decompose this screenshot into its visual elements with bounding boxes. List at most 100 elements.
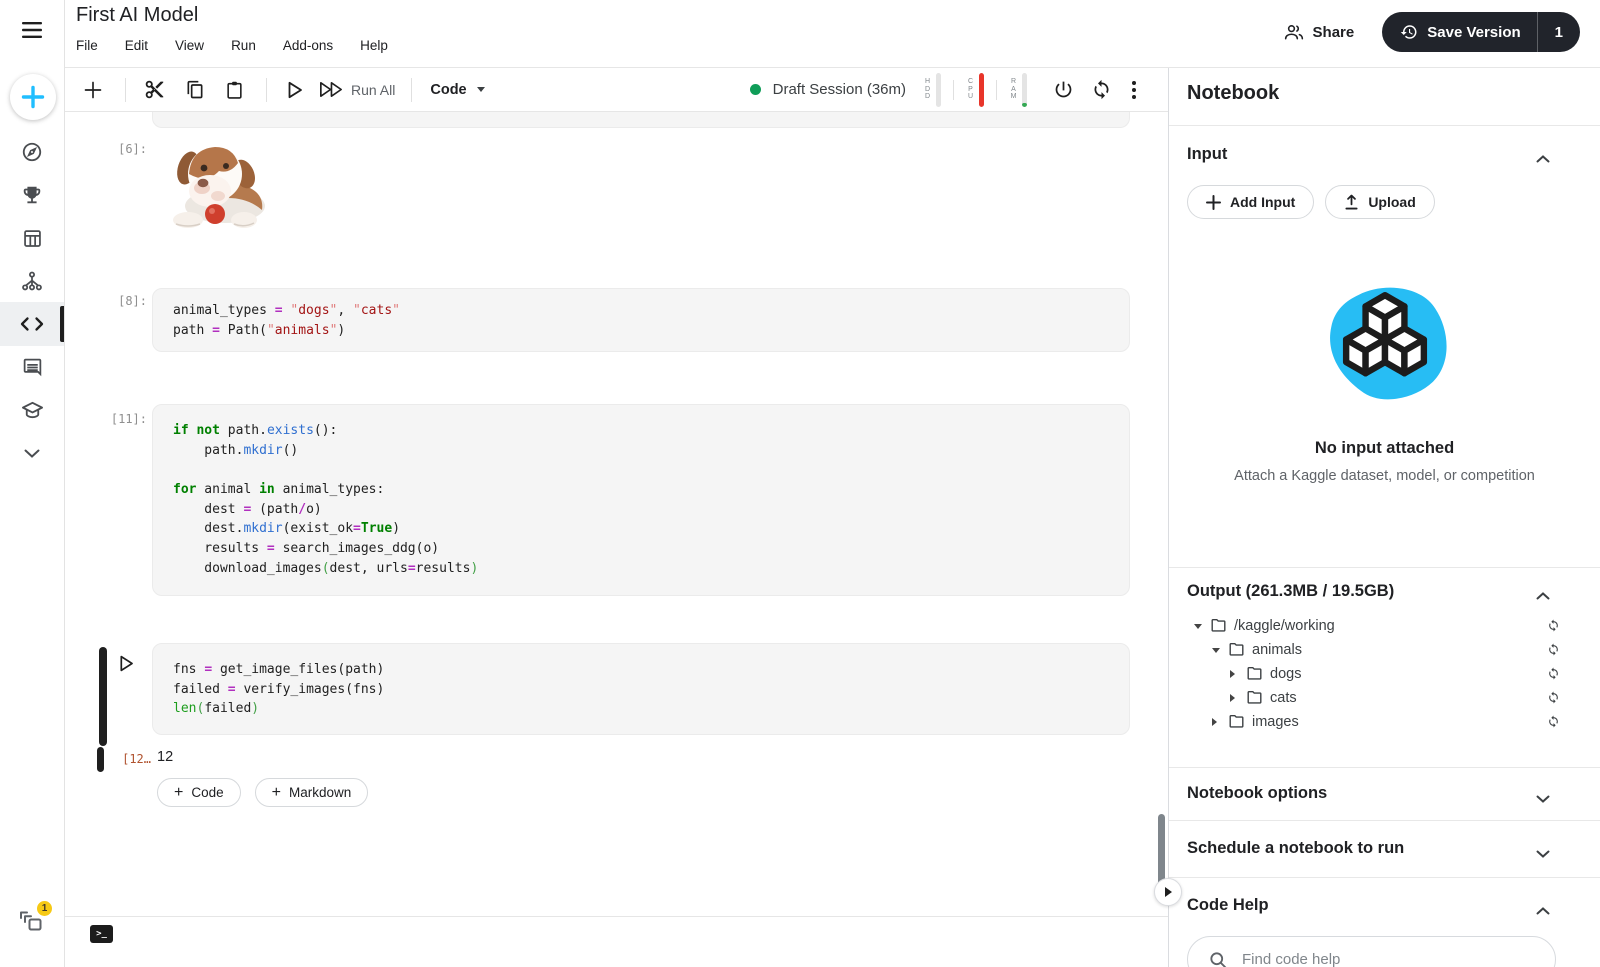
- sync-icon[interactable]: [1547, 691, 1560, 709]
- section-schedule-a-notebook-to-run[interactable]: Schedule a notebook to run: [1169, 820, 1600, 877]
- caret-down-icon[interactable]: [1194, 624, 1210, 629]
- sync-icon[interactable]: [1547, 667, 1560, 685]
- dropdown-caret-icon: [477, 87, 485, 92]
- editor-bottom-bar: >_: [65, 916, 1168, 967]
- plus-icon: [1206, 195, 1221, 210]
- hamburger-menu-button[interactable]: [0, 8, 64, 52]
- sync-icon[interactable]: [1547, 715, 1560, 733]
- caret-right-icon[interactable]: [1212, 718, 1228, 726]
- fast-forward-icon: [319, 81, 343, 98]
- share-button[interactable]: Share: [1284, 24, 1355, 41]
- menu-view[interactable]: View: [175, 38, 204, 53]
- menu-run[interactable]: Run: [231, 38, 256, 53]
- panel-collapse-button[interactable]: [1154, 878, 1182, 906]
- cpu-meter-bar: [979, 73, 984, 107]
- tree-row-cats[interactable]: cats: [1169, 686, 1600, 710]
- caret-right-icon[interactable]: [1230, 694, 1246, 702]
- session-status[interactable]: Draft Session (36m): [750, 81, 906, 98]
- section-code-help[interactable]: Code Help: [1169, 877, 1600, 934]
- create-button[interactable]: [10, 74, 56, 120]
- output-section-header[interactable]: Output (261.3MB / 19.5GB): [1169, 578, 1600, 608]
- hdd-meter-bar: [936, 73, 941, 107]
- panel-title: Notebook: [1187, 82, 1279, 105]
- app-header: First AI Model FileEditViewRunAdd-onsHel…: [65, 0, 1600, 68]
- menu-file[interactable]: File: [76, 38, 98, 53]
- copy-button[interactable]: [185, 79, 205, 101]
- tree-item-label: images: [1252, 714, 1299, 730]
- ram-meter-label: R A M: [1009, 78, 1018, 101]
- menu-addons[interactable]: Add-ons: [283, 38, 333, 53]
- sidebar-item-code[interactable]: [0, 302, 64, 346]
- window-stack-button[interactable]: 1: [0, 898, 64, 942]
- tree-row-animals[interactable]: animals: [1169, 638, 1600, 662]
- caret-right-icon[interactable]: [1230, 670, 1246, 678]
- menu-bar: File Edit View Run Add-ons Help: [76, 38, 388, 53]
- paste-button[interactable]: [225, 79, 244, 101]
- tree-row-kaggleworking[interactable]: /kaggle/working: [1169, 614, 1600, 638]
- toolbar-more-button[interactable]: [1132, 81, 1136, 99]
- table-icon: [22, 228, 43, 249]
- sidebar-item-competitions[interactable]: [0, 173, 64, 217]
- save-version-label: Save Version: [1427, 24, 1520, 41]
- chevron-up-icon: [1536, 902, 1550, 920]
- cell-run-button[interactable]: [119, 655, 134, 675]
- code-content[interactable]: fns = get_image_files(path)failed = veri…: [153, 644, 1129, 731]
- code-content[interactable]: if not path.exists(): path.mkdir() for a…: [153, 405, 1129, 591]
- sync-icon[interactable]: [1547, 643, 1560, 661]
- execution-count-label: [11]:: [101, 412, 147, 426]
- menu-help[interactable]: Help: [360, 38, 388, 53]
- version-count-badge[interactable]: 1: [1538, 12, 1580, 52]
- empty-state-title: No input attached: [1169, 439, 1600, 458]
- code-content[interactable]: animal_types = "dogs", "cats"path = Path…: [153, 289, 1129, 352]
- folder-icon: [1228, 643, 1245, 657]
- menu-edit[interactable]: Edit: [125, 38, 148, 53]
- sidebar-item-discussions[interactable]: [0, 345, 64, 389]
- cell-output-value: 12: [157, 749, 173, 765]
- chevron-down-icon: [1536, 790, 1550, 808]
- execution-count-label: [6]:: [101, 142, 147, 156]
- cut-button[interactable]: [144, 79, 165, 100]
- save-version-button[interactable]: Save Version 1: [1382, 12, 1580, 52]
- cell-type-label: Code: [430, 82, 466, 98]
- tree-item-label: /kaggle/working: [1234, 618, 1335, 634]
- restart-session-button[interactable]: [1091, 79, 1112, 100]
- code-cell-partial[interactable]: [152, 112, 1130, 128]
- cell-type-dropdown[interactable]: Code: [430, 82, 484, 98]
- copy-icon: [185, 79, 205, 101]
- add-cell-button[interactable]: [83, 80, 103, 100]
- add-markdown-cell-button[interactable]: + Markdown: [255, 778, 369, 807]
- people-icon: [1284, 24, 1304, 40]
- input-actions: Add Input Upload: [1187, 185, 1435, 219]
- upload-button[interactable]: Upload: [1325, 185, 1434, 219]
- empty-state-caption: Attach a Kaggle dataset, model, or compe…: [1169, 468, 1600, 484]
- code-cell-selected[interactable]: fns = get_image_files(path)failed = veri…: [152, 643, 1130, 735]
- code-cell-8[interactable]: animal_types = "dogs", "cats"path = Path…: [152, 288, 1130, 352]
- tree-row-images[interactable]: images: [1169, 710, 1600, 734]
- section-label: Notebook options: [1187, 784, 1327, 803]
- save-version-main[interactable]: Save Version: [1382, 12, 1536, 52]
- section-notebook-options[interactable]: Notebook options: [1169, 767, 1600, 820]
- power-button[interactable]: [1053, 79, 1074, 100]
- sidebar-item-home[interactable]: [0, 130, 64, 174]
- console-button[interactable]: >_: [90, 925, 113, 943]
- code-cell-11[interactable]: if not path.exists(): path.mkdir() for a…: [152, 404, 1130, 596]
- sync-icon[interactable]: [1547, 619, 1560, 637]
- kaggle-notebook-app: 1 First AI Model FileEditViewRunAdd-onsH…: [0, 0, 1600, 967]
- add-input-button[interactable]: Add Input: [1187, 185, 1314, 219]
- add-code-cell-button[interactable]: + Code: [157, 778, 241, 807]
- code-help-search-input[interactable]: [1242, 951, 1545, 967]
- triangle-right-icon: [1165, 887, 1172, 897]
- run-cell-button[interactable]: [287, 81, 303, 99]
- input-section-header[interactable]: Input: [1169, 141, 1600, 171]
- run-all-button[interactable]: Run All: [319, 81, 395, 98]
- sidebar-item-models[interactable]: [0, 259, 64, 303]
- code-help-search[interactable]: [1187, 936, 1556, 967]
- add-input-label: Add Input: [1230, 194, 1295, 210]
- sidebar-more-button[interactable]: [0, 431, 64, 475]
- history-icon: [1400, 23, 1418, 41]
- sidebar-item-datasets[interactable]: [0, 216, 64, 260]
- caret-down-icon[interactable]: [1212, 648, 1228, 653]
- notebook-editor-area: [6]: [8]:: [65, 112, 1168, 916]
- tree-row-dogs[interactable]: dogs: [1169, 662, 1600, 686]
- sidebar-item-learn[interactable]: [0, 388, 64, 432]
